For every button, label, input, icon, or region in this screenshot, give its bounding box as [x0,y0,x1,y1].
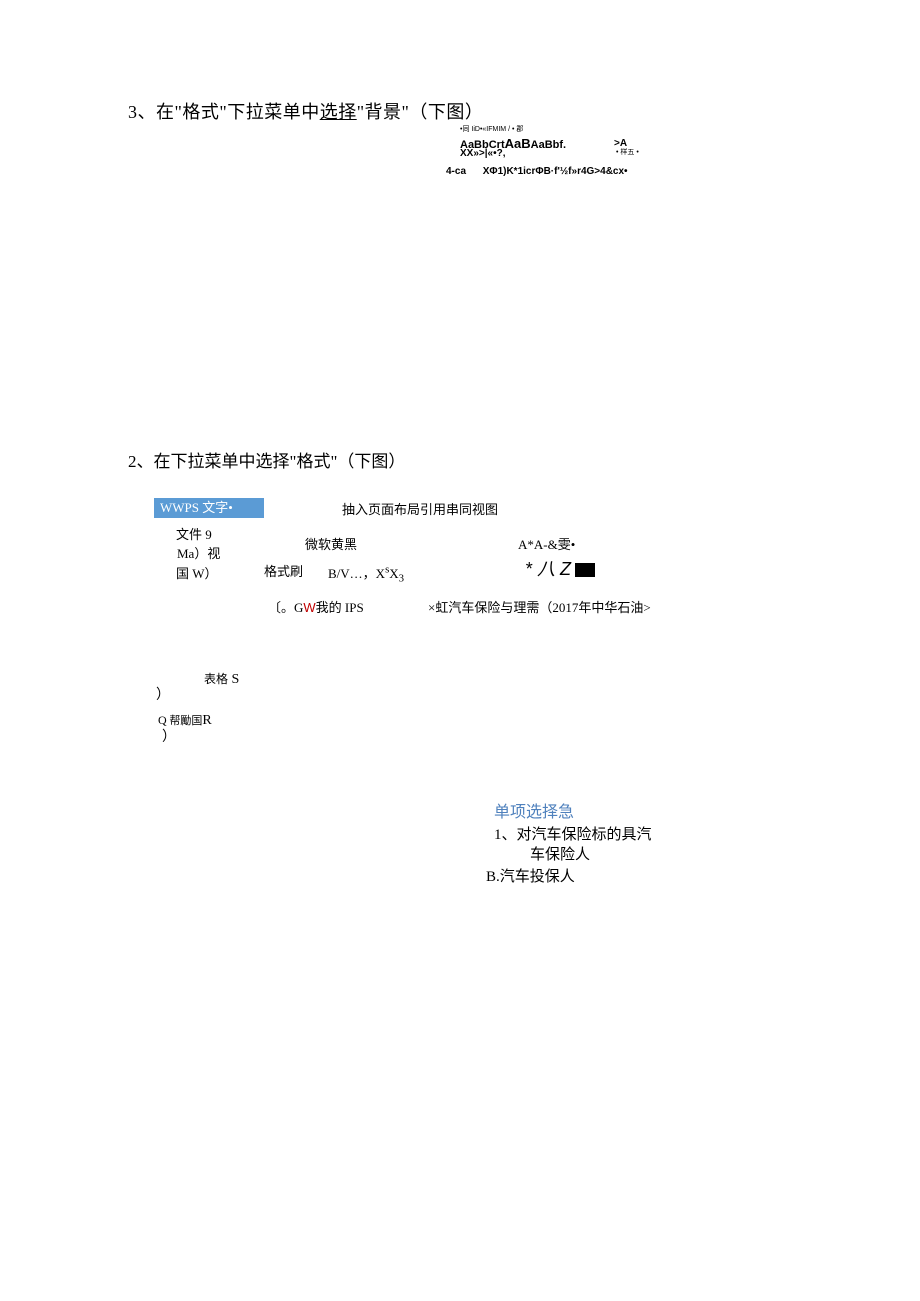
garbled-a: 4-ca [446,166,466,177]
ips-text: 〔。GW我的 IPS [268,597,364,616]
help-q: Q [158,713,167,727]
menu-table: 表格 S [204,670,239,688]
style-sample-big: AaB [505,136,531,151]
section-3-num: 3 [128,102,138,122]
font-size-control: A*A-&雯• [518,534,575,553]
style-sample-2: AaBbf. [531,139,566,151]
bv-sub: 3 [399,573,404,585]
section-2-text: 、在下拉菜单中选择"格式"（下图） [137,452,406,471]
wps-title-bar: WWPS 文字• [154,498,264,518]
font-name: 微软黄黑 [305,534,357,553]
black-box-icon [575,563,595,577]
section-2-num: 2 [128,452,137,471]
question-1-line1: 1、对汽车保险标的具汽 [494,823,652,844]
star-glyphs: * 八 Z [525,555,595,581]
section-2-title: 2、在下拉菜单中选择"格式"（下图） [128,447,405,472]
format-brush: 格式刷 [264,561,303,580]
bv-2: X [389,566,398,581]
option-b-text: 汽车投保人 [500,869,575,885]
ribbon-tabs: 抽入页面布局引用串同视图 [342,499,498,518]
ips-post: 我的 IPS [316,600,364,615]
car-post: 年中华石油> [578,600,650,615]
tiny-caption: •同 IiD•«IFMIM / • 郡 [460,124,523,134]
style-ext-sub: • 样五 • [616,147,639,157]
option-b-label: B. [486,869,500,885]
ips-pre: 〔。G [268,600,303,615]
choice-section-title: 单项选择急 [494,798,574,822]
car-year: 2017 [552,600,578,615]
question-1-line2: 车保险人 [530,843,590,864]
table-txt: 表格 [204,672,228,686]
garbled-row: 4-ca XΦ1)K*1icrΦB·f'½f»r4G>4&cx• [446,166,628,177]
car-pre: ×虹汽车保险与理需（ [428,600,552,615]
menu-view: Ma）视 [177,543,220,562]
table-s-letter: S [228,672,239,687]
menu-file: 文件 9 [176,524,212,543]
section-3-text2: "背景"（下图） [357,102,484,122]
menu-country: 国 W） [176,563,218,582]
paren-2: ） [162,726,176,746]
section-3-underline: 选择 [320,102,357,122]
garbled-b: XΦ1)K*1icrΦB·f'½f»r4G>4&cx• [483,166,628,177]
doc-tab-title: ×虹汽车保险与理需（2017年中华石油> [428,597,651,616]
star-txt: * 八 Z [525,559,571,579]
help-r: R [202,713,211,728]
ips-red: W [303,600,315,615]
section-3-title: 3、在"格式"下拉菜单中选择"背景"（下图） [128,98,483,124]
style-samples-sub: XX»>|«•?, [460,148,506,159]
bv-1: B/V…，X [328,566,385,581]
section-3-text1: 、在"格式"下拉菜单中 [138,102,320,122]
paren-1: ） [156,684,170,704]
format-buttons: B/V…，XsX3 [328,563,404,585]
option-b: B.汽车投保人 [486,865,575,886]
